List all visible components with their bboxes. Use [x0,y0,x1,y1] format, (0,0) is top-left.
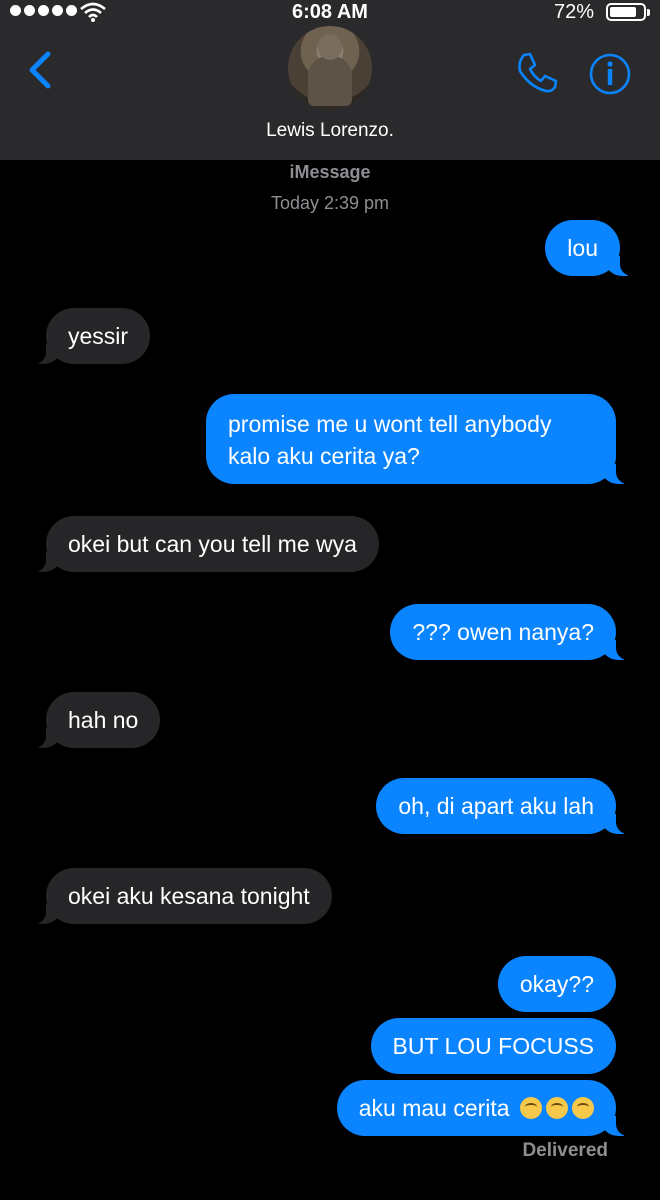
message-bubble-sent[interactable]: aku mau cerita [336,1080,639,1136]
message-text: lou [567,235,598,261]
back-chevron-icon[interactable] [22,48,62,92]
message-text: okei aku kesana tonight [68,883,310,909]
message-bubble-received[interactable]: okei but can you tell me wya [24,516,379,572]
message-bubble-sent[interactable]: promise me u wont tell anybody kalo aku … [206,394,638,484]
message-bubble-sent[interactable]: oh, di apart aku lah [376,778,638,834]
contact-avatar[interactable] [288,26,372,110]
message-text: oh, di apart aku lah [398,793,594,819]
delivery-status: Delivered [522,1140,608,1161]
battery-percentage: 72% [553,1,594,23]
emoji-face-icon [546,1097,568,1119]
battery-icon [606,3,650,21]
service-label: iMessage [289,162,371,182]
message-text: okay?? [519,971,594,997]
conversation-header: 6:08 AM 72% Lewis Lorenzo. [0,0,660,160]
emoji-face-icon [572,1097,594,1119]
phone-icon[interactable] [514,50,560,96]
message-bubble-sent[interactable]: ??? owen nanya? [390,604,638,660]
info-icon[interactable] [588,52,632,96]
message-text: ??? owen nanya? [412,619,594,645]
conversation-timestamp: Today 2:39 pm [270,193,390,213]
message-bubble-sent[interactable]: lou [545,220,642,276]
message-bubble-sent[interactable]: BUT LOU FOCUSS [370,1018,616,1074]
message-bubble-received[interactable]: hah no [23,692,161,748]
message-text: okei but can you tell me wya [68,531,357,557]
contact-name[interactable]: Lewis Lorenzo. [0,120,660,142]
message-text: promise me u wont tell anybody kalo aku … [228,411,552,469]
message-text: yessir [68,323,129,349]
status-bar: 6:08 AM 72% [0,0,660,26]
emoji-face-icon [520,1097,542,1119]
message-text: aku mau cerita [358,1095,510,1121]
message-text: hah no [68,707,139,733]
message-text: BUT LOU FOCUSS [392,1033,595,1059]
message-bubble-sent[interactable]: okay?? [497,956,616,1012]
message-bubble-received[interactable]: yessir [23,308,151,364]
message-bubble-received[interactable]: okei aku kesana tonight [24,868,332,924]
